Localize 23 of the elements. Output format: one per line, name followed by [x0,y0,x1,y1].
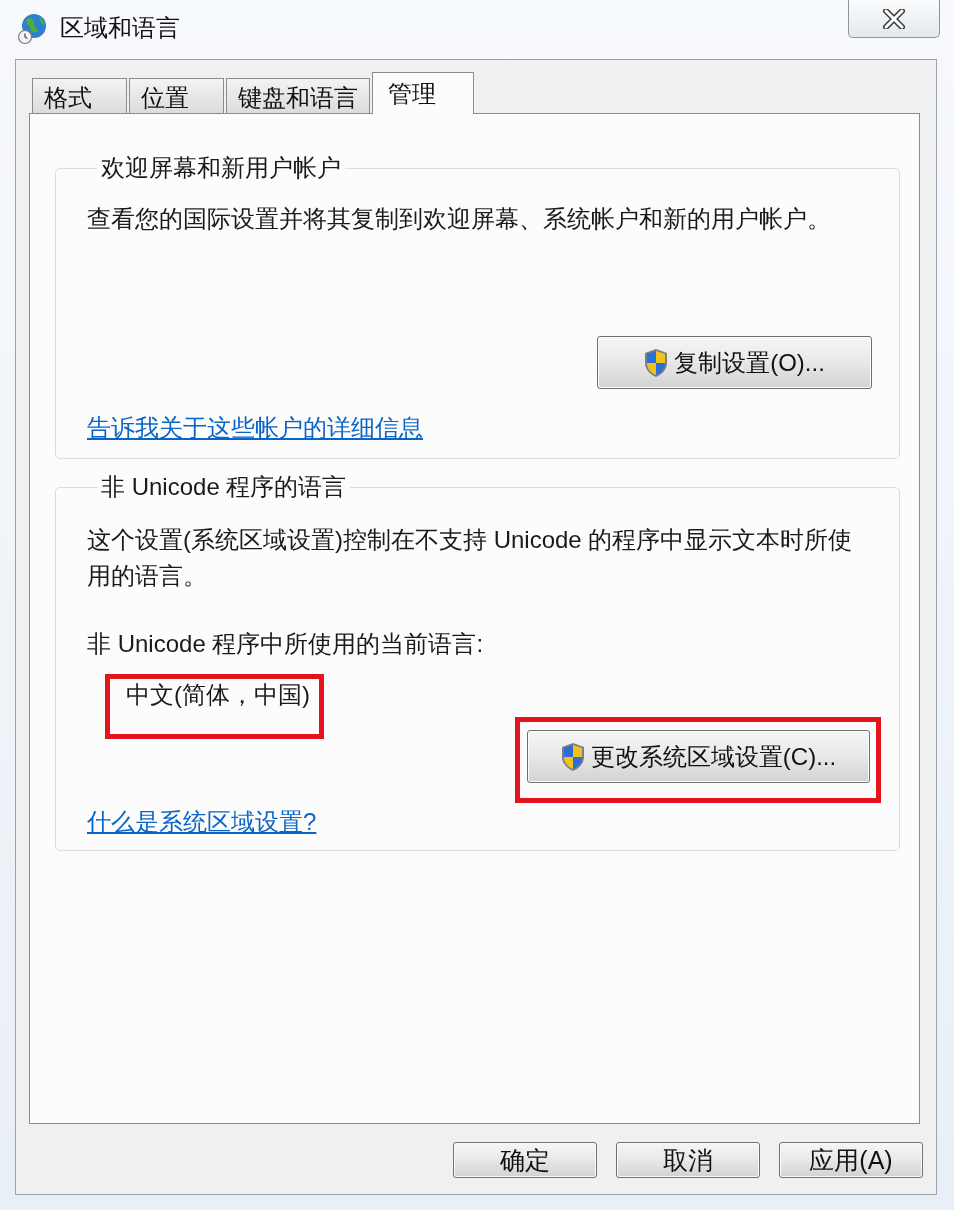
group-title: 欢迎屏幕和新用户帐户 [100,153,342,183]
tab[interactable]: 键盘和语言 [226,78,370,113]
current-language-label: 非 Unicode 程序中所使用的当前语言: [87,629,485,659]
current-language-value: 中文(简体，中国) [126,681,310,708]
close-icon [883,8,905,29]
close-button[interactable] [848,0,940,38]
dialog-button[interactable]: 取消 [616,1142,760,1178]
tab[interactable]: 管理 [372,72,474,114]
description-text: 这个设置(系统区域设置)控制在不支持 Unicode 的程序中显示文本时所使用的语言。 [87,525,854,591]
dialog-button[interactable]: 应用(A) [779,1142,923,1178]
tab[interactable]: 位置 [129,78,224,113]
help-link[interactable]: 告诉我关于这些帐户的详细信息 [87,410,423,446]
globe-icon [17,13,47,45]
dialog-button[interactable]: 确定 [453,1142,597,1178]
shield-button[interactable]: 复制设置(O)... [597,336,872,389]
shield-button[interactable]: 更改系统区域设置(C)... [527,730,870,783]
shield-icon [644,347,669,378]
tab[interactable]: 格式 [32,78,127,113]
window-title: 区域和语言 [60,13,180,43]
help-link[interactable]: 什么是系统区域设置? [87,804,317,840]
group-title: 非 Unicode 程序的语言 [100,472,348,502]
shield-icon [560,741,585,772]
description-text: 查看您的国际设置并将其复制到欢迎屏幕、系统帐户和新的用户帐户。 [87,204,832,234]
